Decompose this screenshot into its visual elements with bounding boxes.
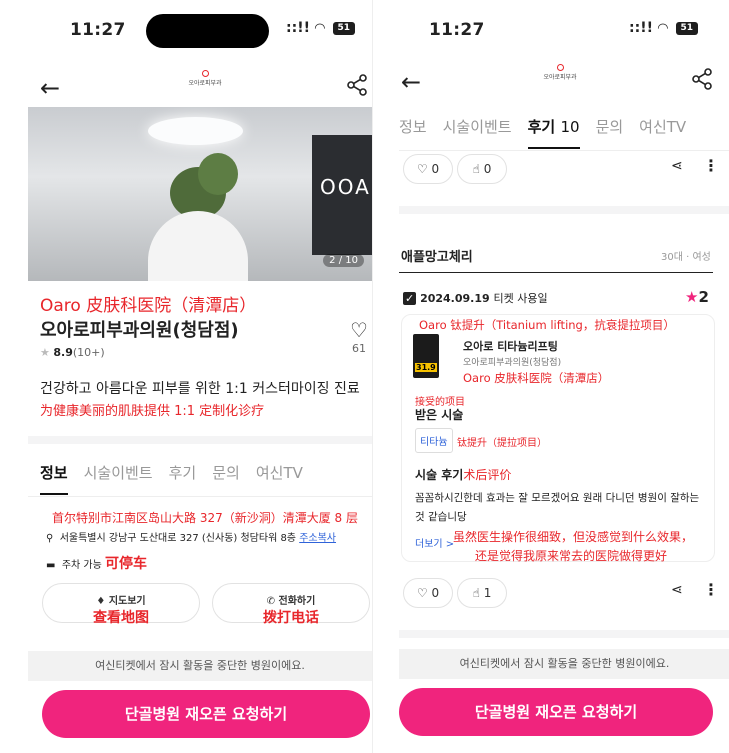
- share-icon[interactable]: [346, 74, 370, 98]
- star-rating: ★2: [685, 288, 709, 306]
- map-pin-icon: ♦: [96, 596, 106, 607]
- received-label-kr: 받은 시술: [415, 408, 464, 422]
- top-header: ← 오아로피부과: [373, 64, 729, 104]
- thumbs-up-button[interactable]: ☝ 0: [457, 154, 507, 184]
- tab-tv[interactable]: 여신TV: [639, 116, 686, 149]
- map-button[interactable]: ♦ 지도보기 查看地图: [42, 583, 200, 626]
- copy-address-link[interactable]: 주소복사: [299, 533, 336, 544]
- ticket-date-row: ✓ 2024.09.19 티켓 사용일: [403, 292, 548, 305]
- back-arrow-icon[interactable]: ←: [401, 70, 421, 94]
- procedure-chip-cn: 钛提升（提拉项目）: [457, 438, 547, 449]
- status-time: 11:27: [70, 20, 126, 40]
- tab-info[interactable]: 정보: [399, 116, 427, 149]
- reopen-request-button[interactable]: 단골병원 재오픈 요청하기: [399, 688, 713, 736]
- clinic-photo[interactable]: OOA 2 / 10: [28, 107, 372, 281]
- section-tabs: 정보 시술이벤트 후기 문의 여신TV: [40, 462, 372, 495]
- inactive-notice: 여신티켓에서 잠시 활동을 중단한 병원이에요.: [399, 649, 729, 679]
- more-link[interactable]: 더보기 >: [415, 535, 454, 550]
- wall-logo: OOA: [312, 135, 372, 255]
- heart-icon: ♡: [416, 162, 428, 176]
- parking-row: ▬ 주차 가능 可停车: [46, 556, 147, 572]
- clinic-description: 건강하고 아름다운 피부를 위한 1:1 커스터마이징 진료 为健康美丽的肌肤提…: [40, 381, 360, 419]
- status-time: 11:27: [429, 20, 485, 40]
- like-button[interactable]: ♡ 61: [346, 318, 372, 355]
- star-icon: ★: [685, 288, 699, 306]
- product-name-kr[interactable]: 오아로 티타늄리프팅: [463, 338, 558, 354]
- tab-inquiry[interactable]: 문의: [596, 116, 624, 149]
- heart-icon: ♡: [416, 586, 428, 600]
- review-translation-1: 虽然医生操作很细致，但没感觉到什么效果，: [453, 530, 694, 544]
- like-count: 61: [352, 342, 366, 355]
- tab-tv[interactable]: 여신TV: [256, 462, 303, 495]
- reviewer-meta: 30대 · 여성: [661, 252, 711, 263]
- battery-icon: 51: [332, 21, 355, 35]
- star-icon: ★: [40, 346, 50, 359]
- tab-events[interactable]: 시술이벤트: [84, 462, 153, 495]
- review-body: 꼼꼼하시긴한데 효과는 잘 모르겠어요 원래 다니던 병원이 잘하는 것 같습니…: [415, 492, 700, 523]
- car-icon: ▬: [46, 560, 56, 571]
- check-icon: ✓: [403, 292, 417, 305]
- tab-inquiry[interactable]: 문의: [212, 462, 240, 495]
- product-thumbnail[interactable]: 31.9: [413, 334, 439, 378]
- rating: ★ 8.9(10+): [40, 346, 105, 359]
- product-name-cn: Oaro 钛提升（Titanium lifting，抗衰提拉项目）: [419, 318, 675, 332]
- tab-events[interactable]: 시술이벤트: [443, 116, 512, 149]
- address-kr: 서울특별시 강남구 도산대로 327 (신사동) 청담타워 8층: [59, 533, 297, 544]
- call-button[interactable]: ✆ 전화하기 拨打电话: [212, 583, 370, 626]
- reviewer-name: 애플망고체리: [401, 250, 473, 265]
- top-header: ← 오아로피부과: [0, 70, 372, 110]
- clinic-logo: 오아로피부과: [175, 70, 235, 87]
- more-options-icon[interactable]: ⋮: [703, 156, 719, 175]
- review-translation-2: 还是觉得我原来常去的医院做得更好: [475, 549, 668, 563]
- status-bar: 11:27 ::!! ◠ 51: [373, 0, 729, 58]
- clinic-name-kr: 오아로피부과의원(청담점): [40, 320, 239, 341]
- right-screen: 11:27 ::!! ◠ 51 ← 오아로피부과 정보 시술이벤트 후기 10 …: [372, 0, 729, 753]
- share-review-icon[interactable]: ⋖: [671, 582, 683, 598]
- reopen-request-button[interactable]: 단골병원 재오픈 요청하기: [42, 690, 370, 738]
- product-clinic-kr: 오아로피부과의원(청담점): [463, 358, 562, 368]
- signal-icon: ::!! ◠ 51: [286, 20, 355, 36]
- thumbs-up-icon: ☝: [472, 162, 480, 176]
- phone-icon: ✆: [266, 596, 276, 607]
- photo-pager: 2 / 10: [323, 254, 364, 267]
- heart-button[interactable]: ♡ 0: [403, 578, 453, 608]
- location-pin-icon: ⚲: [46, 533, 54, 544]
- tab-info[interactable]: 정보: [40, 462, 68, 495]
- section-tabs: 정보 시술이벤트 후기 10 문의 여신TV: [399, 116, 729, 149]
- address-row: ⚲ 서울특별시 강남구 도산대로 327 (신사동) 청담타워 8층 주소복사: [46, 529, 336, 544]
- share-icon[interactable]: [691, 68, 715, 92]
- heart-icon: ♡: [350, 318, 368, 342]
- back-arrow-icon[interactable]: ←: [40, 76, 60, 100]
- tab-reviews[interactable]: 후기 10: [527, 116, 580, 149]
- status-bar: 11:27 ::!! ◠ 51: [0, 0, 372, 58]
- dynamic-island: [146, 14, 269, 48]
- signal-icon: ::!! ◠ 51: [629, 20, 698, 36]
- heart-button[interactable]: ♡ 0: [403, 154, 453, 184]
- product-clinic-cn: Oaro 皮肤科医院（清潭店）: [463, 371, 610, 385]
- review-title: 시술 후기术后评价: [415, 468, 512, 482]
- inactive-notice: 여신티켓에서 잠시 활동을 중단한 병원이에요.: [28, 651, 372, 681]
- battery-icon: 51: [675, 21, 698, 35]
- tab-reviews[interactable]: 후기: [169, 462, 197, 495]
- share-review-icon[interactable]: ⋖: [671, 158, 683, 174]
- left-screen: 11:27 ::!! ◠ 51 ← 오아로피부과 OOA 2 / 10 Oaro…: [0, 0, 372, 753]
- procedure-chip[interactable]: 티타늄: [415, 428, 453, 453]
- address-cn: 首尔特别市江南区岛山大路 327（新沙洞）清潭大厦 8 层: [52, 511, 358, 525]
- thumbs-up-icon: ☝: [472, 586, 480, 600]
- clinic-name-cn: Oaro 皮肤科医院（清潭店）: [40, 296, 257, 316]
- more-options-icon[interactable]: ⋮: [703, 580, 719, 599]
- thumbs-up-button[interactable]: ☝ 1: [457, 578, 507, 608]
- clinic-logo: 오아로피부과: [530, 64, 590, 81]
